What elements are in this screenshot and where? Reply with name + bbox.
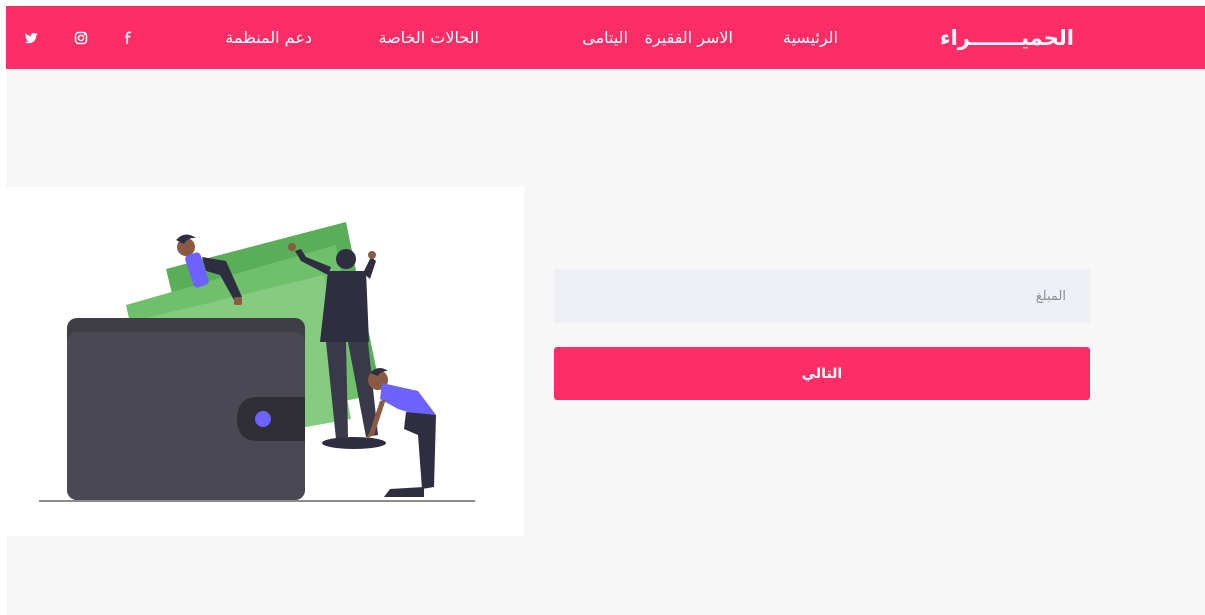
nav-link-orphans[interactable]: اليتامى [582,26,628,50]
person3-legs [404,412,436,489]
person3-shoe [384,487,424,497]
person2-left-hand [288,243,296,251]
ground-line [39,500,475,502]
nav-link-home[interactable]: الرئيسية [783,26,838,50]
person2-shadow [322,437,386,449]
illustration-panel [6,187,524,536]
person2-right-hand [368,251,376,259]
wallet-money-illustration [39,222,475,502]
person2-jacket [320,271,369,342]
nav-link-poor-families[interactable]: الاسر الفقيرة [645,26,733,50]
nav-link-support-organization[interactable]: دعم المنظمة [225,26,312,50]
page: الحميـــــــراء الرئيسية الاسر الفقيرة ا… [6,6,1205,615]
facebook-icon[interactable] [120,30,136,46]
brand-logo[interactable]: الحميـــــــراء [940,23,1074,53]
nav-link-special-cases[interactable]: الحالات الخاصة [379,26,479,50]
wallet-button [255,411,271,427]
navbar: الحميـــــــراء الرئيسية الاسر الفقيرة ا… [6,6,1205,69]
person2-head [336,249,356,269]
instagram-icon[interactable] [73,30,89,46]
twitter-icon[interactable] [23,30,39,46]
next-button[interactable]: التالي [554,347,1090,400]
amount-input[interactable] [554,269,1090,323]
person1-hand [234,297,242,305]
